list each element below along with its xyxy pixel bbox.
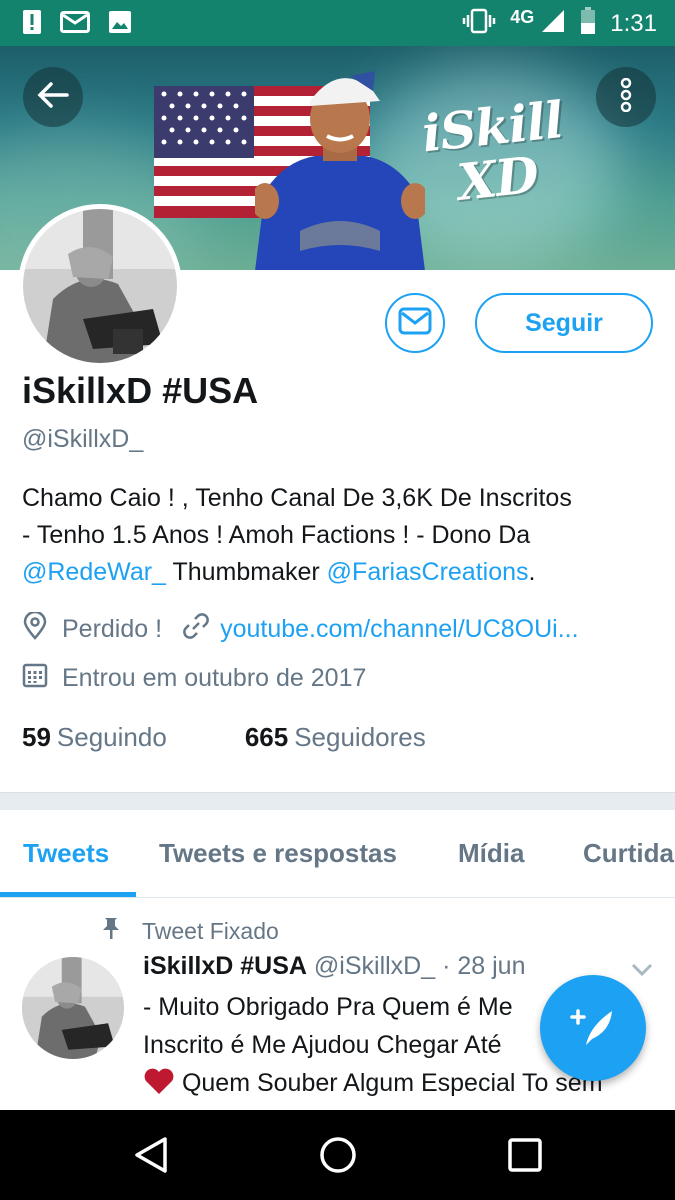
chevron-down-icon[interactable] xyxy=(630,962,654,983)
alert-icon xyxy=(22,9,42,40)
followers-count-link[interactable]: 665 Seguidores xyxy=(245,722,426,753)
status-bar: 4G 1:31 xyxy=(0,0,675,46)
profile-display-name: iSkillxD #USA xyxy=(22,370,259,411)
image-notification-icon xyxy=(108,10,132,39)
active-tab-indicator xyxy=(0,892,136,897)
tweet-header: iSkillxD #USA @iSkillxD_ · 28 jun xyxy=(143,952,525,981)
tweet-author-avatar[interactable] xyxy=(22,957,124,1059)
battery-icon xyxy=(580,7,596,40)
profile-meta-joined: Entrou em outubro de 2017 xyxy=(22,662,366,695)
mention-link[interactable]: @FariasCreations xyxy=(327,558,529,586)
signal-icon xyxy=(540,8,566,39)
tab-tweets-and-replies[interactable]: Tweets e respostas xyxy=(159,838,397,869)
profile-website-link[interactable]: youtube.com/channel/UC8OUi... xyxy=(220,615,579,644)
tweet-line-text: Quem Souber Algum Especial To sem xyxy=(175,1069,603,1097)
tab-media[interactable]: Mídia xyxy=(458,838,524,869)
pin-icon xyxy=(100,916,122,946)
section-divider xyxy=(0,792,675,810)
back-button[interactable] xyxy=(23,67,83,127)
vibrate-icon xyxy=(462,8,496,39)
follow-counts: 59 Seguindo 665 Seguidores xyxy=(22,722,426,753)
message-button[interactable] xyxy=(385,293,445,353)
link-icon xyxy=(182,612,210,647)
compose-feather-icon xyxy=(568,1001,618,1056)
tab-likes[interactable]: Curtida xyxy=(583,838,674,869)
more-options-button[interactable] xyxy=(596,67,656,127)
mail-notification-icon xyxy=(60,11,90,38)
profile-handle: @iSkillxD_ xyxy=(22,425,144,453)
profile-meta-location-website: Perdido ! youtube.com/channel/UC8OUi... xyxy=(22,610,579,647)
tweet-author-name[interactable]: iSkillxD #USA xyxy=(143,952,307,980)
tab-tweets[interactable]: Tweets xyxy=(23,838,109,869)
nav-recents-icon[interactable] xyxy=(508,1138,542,1177)
profile-join-date: Entrou em outubro de 2017 xyxy=(62,664,367,692)
mention-link[interactable]: @RedeWar_ xyxy=(22,558,166,586)
profile-location: Perdido ! xyxy=(62,615,163,643)
bio-line: - Tenho 1.5 Anos ! Amoh Factions ! - Don… xyxy=(22,521,531,549)
clock: 1:31 xyxy=(610,9,657,37)
banner-person-image xyxy=(255,71,425,270)
pinned-text: Tweet Fixado xyxy=(142,917,279,944)
calendar-icon xyxy=(22,662,48,695)
tweet-author-handle: @iSkillxD_ xyxy=(313,952,436,980)
profile-bio: Chamo Caio ! , Tenho Canal De 3,6K De In… xyxy=(22,480,662,591)
banner-title: iSkill XD xyxy=(419,89,566,212)
bio-text: . xyxy=(528,558,536,586)
bio-text: Thumbmaker xyxy=(165,558,327,586)
network-type: 4G xyxy=(510,7,535,27)
back-arrow-icon xyxy=(37,81,69,114)
following-count-link[interactable]: 59 Seguindo xyxy=(22,722,167,753)
profile-tabs: Tweets Tweets e respostas Mídia Curtida xyxy=(0,810,675,898)
follow-button[interactable]: Seguir xyxy=(475,293,653,353)
compose-tweet-button[interactable] xyxy=(540,975,646,1081)
nav-back-icon[interactable] xyxy=(133,1135,169,1180)
envelope-icon xyxy=(398,307,432,340)
pinned-tweet-label: Tweet Fixado xyxy=(100,916,279,946)
location-pin-icon xyxy=(22,610,48,647)
tweet-date: · 28 jun xyxy=(442,952,526,980)
bio-line: Chamo Caio ! , Tenho Canal De 3,6K De In… xyxy=(22,484,572,512)
nav-home-icon[interactable] xyxy=(319,1136,357,1179)
profile-avatar[interactable] xyxy=(18,204,182,368)
more-vertical-icon xyxy=(620,77,632,117)
heart-emoji-icon xyxy=(143,1067,175,1106)
bio-line: @RedeWar_ Thumbmaker @FariasCreations. xyxy=(22,554,662,591)
android-navigation-bar xyxy=(0,1110,675,1200)
